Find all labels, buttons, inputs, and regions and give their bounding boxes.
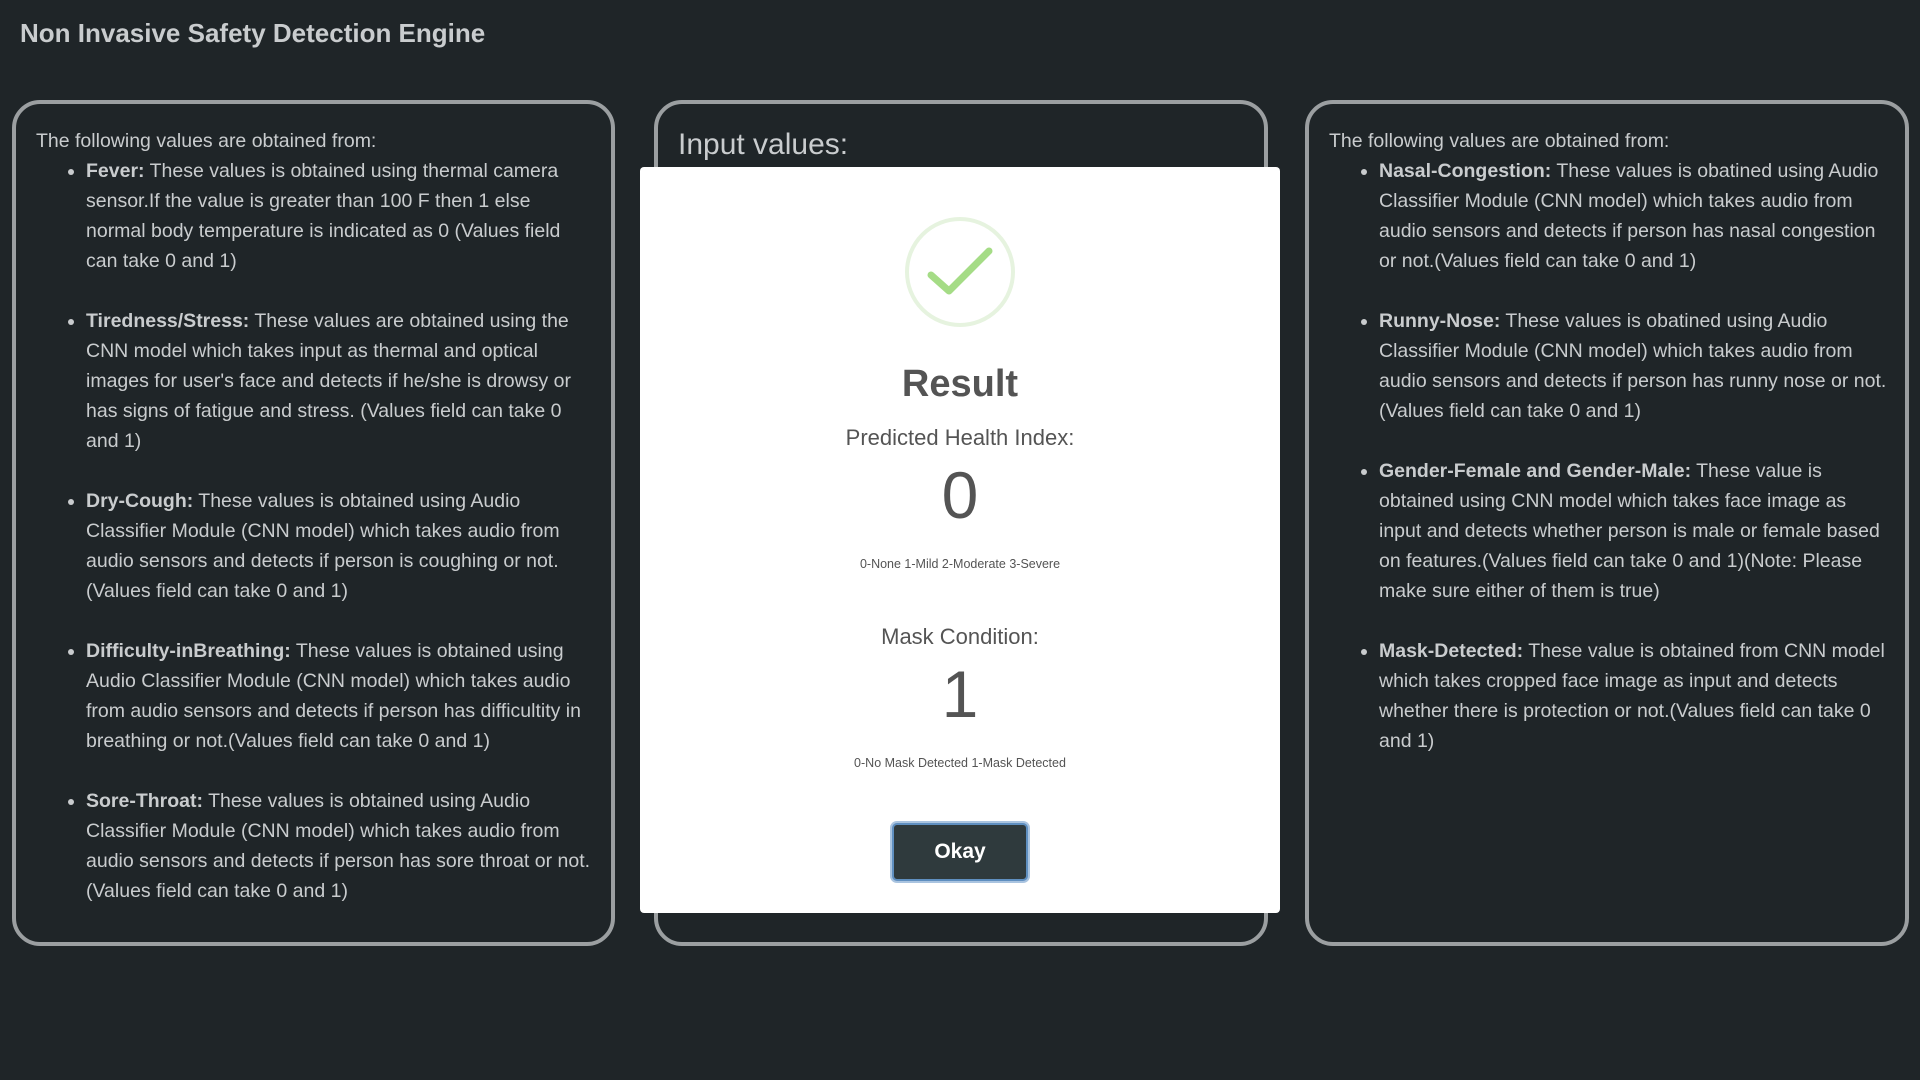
right-panel-intro: The following values are obtained from: bbox=[1329, 130, 1670, 152]
result-title: Result bbox=[901, 363, 1019, 405]
list-item: Difficulty-inBreathing: These values is … bbox=[86, 636, 593, 756]
list-item: Gender-Female and Gender-Male: These val… bbox=[1379, 456, 1887, 606]
right-info-panel: The following values are obtained from: … bbox=[1305, 100, 1909, 946]
list-item: Mask-Detected: These value is obtained f… bbox=[1379, 636, 1887, 756]
list-item: Tiredness/Stress: These values are obtai… bbox=[86, 306, 593, 456]
list-item-term: Nasal-Congestion: bbox=[1379, 160, 1552, 182]
okay-button[interactable]: Okay bbox=[892, 823, 1028, 881]
list-item-text: These values is obtained using thermal c… bbox=[86, 160, 561, 272]
list-item-term: Difficulty-inBreathing: bbox=[86, 640, 291, 662]
list-item: Fever: These values is obtained using th… bbox=[86, 156, 593, 276]
mask-condition-label: Mask Condition: bbox=[881, 624, 1039, 649]
health-index-label: Predicted Health Index: bbox=[845, 425, 1075, 450]
list-item: Dry-Cough: These values is obtained usin… bbox=[86, 486, 593, 606]
list-item: Nasal-Congestion: These values is obatin… bbox=[1379, 156, 1887, 276]
input-values-title: Input values: bbox=[678, 128, 849, 161]
health-index-scale: 0-None 1-Mild 2-Moderate 3-Severe bbox=[859, 557, 1061, 571]
list-item-term: Fever: bbox=[86, 160, 145, 182]
page-title: Non Invasive Safety Detection Engine bbox=[20, 18, 486, 48]
result-modal: Result Predicted Health Index: 0 0-None … bbox=[640, 167, 1280, 913]
left-info-panel: The following values are obtained from: … bbox=[12, 100, 615, 946]
health-index-value: 0 bbox=[941, 458, 979, 532]
mask-condition-value: 1 bbox=[941, 657, 979, 731]
right-info-list: Nasal-Congestion: These values is obatin… bbox=[1329, 156, 1887, 756]
list-item-term: Dry-Cough: bbox=[86, 490, 194, 512]
list-item-term: Runny-Nose: bbox=[1379, 310, 1501, 332]
mask-condition-scale: 0-No Mask Detected 1-Mask Detected bbox=[854, 756, 1066, 770]
list-item: Sore-Throat: These values is obtained us… bbox=[86, 786, 593, 906]
list-item-term: Gender-Female and Gender-Male: bbox=[1379, 460, 1692, 482]
list-item-term: Mask-Detected: bbox=[1379, 640, 1524, 662]
list-item-term: Sore-Throat: bbox=[86, 790, 203, 812]
check-mark-icon bbox=[927, 247, 993, 295]
list-item: Runny-Nose: These values is obatined usi… bbox=[1379, 306, 1887, 426]
left-panel-intro: The following values are obtained from: bbox=[36, 130, 377, 152]
success-check-icon bbox=[905, 217, 1015, 327]
left-info-list: Fever: These values is obtained using th… bbox=[36, 156, 593, 906]
list-item-term: Tiredness/Stress: bbox=[86, 310, 250, 332]
